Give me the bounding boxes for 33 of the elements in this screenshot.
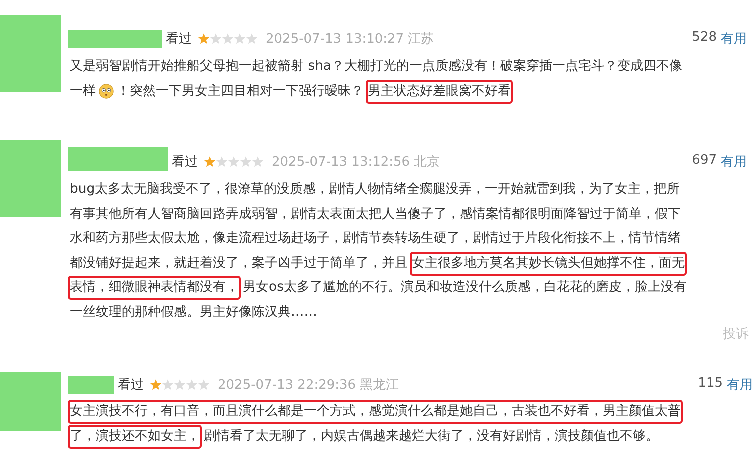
review-location: 黑龙江	[360, 377, 400, 394]
vote-count: 697	[692, 153, 717, 170]
review-text: 男女os太多了尴尬的不行。演员和妆造没什么质感，白花花的磨皮，脸上没有	[242, 279, 688, 298]
watch-status: 看过	[166, 31, 192, 48]
highlighted-text: 表情，细微眼神表情都没有，	[68, 276, 241, 300]
useful-link[interactable]: 有用	[721, 153, 747, 171]
review-text: 剧情看了太无聊了，内娱古偶越来越烂大街了，没有好剧情，演技颜值也不够。	[203, 428, 660, 446]
review-text: 又是弱智剧情开始推船父母抱一起被箭射 sha？大棚打光的一点质感没有！破案穿插一点宅斗？变成四不像	[69, 58, 684, 76]
vote-count: 115	[698, 376, 723, 393]
highlighted-text: 女主演技不行，有口音，而且演什么都是一个方式，感觉演什么都是她自己，古装也不好看，男主颜值太普	[68, 400, 683, 424]
highlighted-text: 女主很多地方莫名其妙长镜头但她撑不住，面无	[410, 252, 687, 276]
useful-link[interactable]: 有用	[727, 376, 753, 394]
watch-status: 看过	[118, 377, 144, 394]
watch-status: 看过	[172, 154, 198, 171]
review-time: 2025-07-13 13:12:56	[272, 154, 410, 170]
review-location: 江苏	[408, 31, 434, 48]
review-time: 2025-07-13 22:29:36	[218, 378, 356, 392]
review-location: 北京	[414, 154, 440, 171]
review-text: 有事其他所有人智商脑回路弄成弱智，剧情太表面太把人当傻子了，感情案情都很明面降智过于简单，假下	[69, 206, 682, 224]
review-text: ！突然一下男女主四目相对一下强行暧昧？	[116, 82, 365, 101]
review-text: bug太多太无脑我受不了，很潦草的没质感，剧情人物情绪全瘸腿没弄，一开始就雷到我，为了女主，把所	[69, 181, 682, 200]
flushed-emoji-icon	[99, 84, 114, 100]
highlighted-text: 男主状态好差眼窝不好看	[366, 80, 513, 104]
highlighted-text: 了，演技还不如女主，	[68, 424, 202, 449]
vote-count: 528	[692, 30, 717, 47]
review-text: 水和药方那些太假太尬，像走流程过场赶场子，剧情节奏转场生硬了，剧情过于片段化衔接不上，情节情绪	[69, 230, 682, 248]
useful-link[interactable]: 有用	[721, 30, 747, 48]
review-text: 一丝纹理的那种假感。男主好像陈汉典……	[69, 304, 318, 322]
review-time: 2025-07-13 13:10:27	[266, 32, 404, 46]
review-text: 都没铺好提起来，就赶着没了，案子凶手过于简单了，并且	[69, 254, 409, 273]
redaction-block	[68, 376, 114, 394]
review-text: 一样	[69, 82, 97, 101]
redaction-block	[0, 372, 61, 431]
